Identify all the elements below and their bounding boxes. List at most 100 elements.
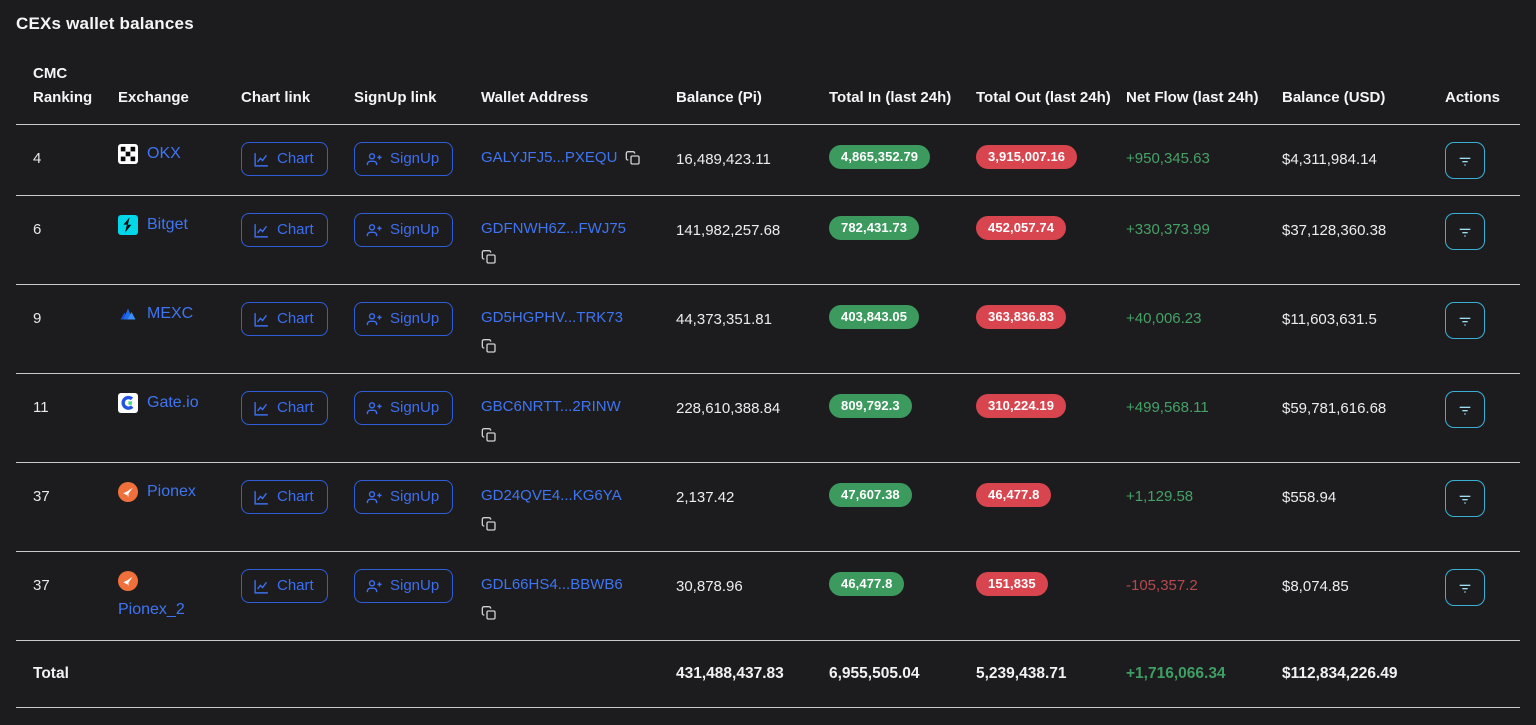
balance-pi-value: 141,982,257.68 — [676, 196, 829, 242]
okx-logo-icon — [118, 144, 138, 164]
chart-button[interactable]: Chart — [241, 142, 328, 176]
chart-button[interactable]: Chart — [241, 302, 328, 336]
table-row: 11 Gate.io Chart SignUp GBC6NRTT...2RINW… — [16, 374, 1520, 463]
wallet-address-link[interactable]: GBC6NRTT...2RINW — [481, 398, 621, 415]
filter-icon — [1457, 402, 1473, 418]
actions-button[interactable] — [1445, 302, 1485, 339]
copy-icon[interactable] — [481, 249, 497, 268]
signup-button[interactable]: SignUp — [354, 480, 453, 514]
copy-icon[interactable] — [481, 338, 497, 357]
actions-cell — [1445, 552, 1520, 606]
page-title: CEXs wallet balances — [16, 14, 1520, 34]
total-row: Total 431,488,437.83 6,955,505.04 5,239,… — [16, 641, 1520, 708]
copy-icon[interactable] — [481, 605, 497, 624]
exchange-link[interactable]: Gate.io — [147, 393, 199, 413]
wallet-cell: GALYJFJ5...PXEQU — [481, 125, 676, 169]
exchange-cell: Pionex — [118, 463, 241, 502]
signup-button[interactable]: SignUp — [354, 302, 453, 336]
total-out-cell: 452,057.74 — [976, 196, 1126, 240]
total-balance-usd: $112,834,226.49 — [1282, 641, 1445, 685]
signup-cell: SignUp — [354, 552, 481, 603]
balance-pi-value: 16,489,423.11 — [676, 125, 829, 171]
actions-button[interactable] — [1445, 480, 1485, 517]
total-out-cell: 3,915,007.16 — [976, 125, 1126, 169]
balance-usd-value: $11,603,631.5 — [1282, 285, 1445, 331]
copy-icon[interactable] — [625, 150, 641, 166]
total-out-badge: 363,836.83 — [976, 305, 1066, 329]
total-in-cell: 809,792.3 — [829, 374, 976, 418]
col-balance-pi: Balance (Pi) — [676, 86, 829, 110]
copy-icon[interactable] — [481, 427, 497, 446]
exchange-link[interactable]: Pionex_2 — [118, 600, 185, 620]
actions-button[interactable] — [1445, 391, 1485, 428]
signup-button[interactable]: SignUp — [354, 391, 453, 425]
col-wallet-address: Wallet Address — [481, 86, 676, 110]
total-in-cell: 47,607.38 — [829, 463, 976, 507]
actions-cell — [1445, 285, 1520, 339]
total-out-badge: 46,477.8 — [976, 483, 1051, 507]
chart-button[interactable]: Chart — [241, 569, 328, 603]
net-flow-value: -105,357.2 — [1126, 552, 1282, 597]
total-in-cell: 46,477.8 — [829, 552, 976, 596]
chart-line-icon — [253, 489, 270, 506]
balance-usd-value: $37,128,360.38 — [1282, 196, 1445, 242]
net-flow-value: +499,568.11 — [1126, 374, 1282, 419]
signup-button[interactable]: SignUp — [354, 213, 453, 247]
filter-icon — [1457, 580, 1473, 596]
gateio-logo-icon — [118, 393, 138, 413]
filter-icon — [1457, 313, 1473, 329]
col-total-in: Total In (last 24h) — [829, 86, 976, 110]
wallet-cell: GDL66HS4...BBWB6 — [481, 552, 676, 624]
user-plus-icon — [366, 489, 383, 506]
wallet-address-link[interactable]: GDFNWH6Z...FWJ75 — [481, 220, 626, 237]
exchange-cell: Gate.io — [118, 374, 241, 413]
balance-usd-value: $59,781,616.68 — [1282, 374, 1445, 420]
wallet-cell: GD24QVE4...KG6YA — [481, 463, 676, 535]
exchange-cell: OKX — [118, 125, 241, 164]
exchange-link[interactable]: Bitget — [147, 215, 188, 235]
cmc-ranking-value: 9 — [16, 285, 118, 330]
total-in-badge: 4,865,352.79 — [829, 145, 930, 169]
total-in-badge: 46,477.8 — [829, 572, 904, 596]
wallet-address-link[interactable]: GD5HGPHV...TRK73 — [481, 309, 623, 326]
filter-icon — [1457, 491, 1473, 507]
wallet-address-link[interactable]: GD24QVE4...KG6YA — [481, 487, 622, 504]
copy-icon[interactable] — [481, 516, 497, 535]
actions-button[interactable] — [1445, 569, 1485, 606]
cmc-ranking-value: 37 — [16, 552, 118, 597]
wallet-address-link[interactable]: GDL66HS4...BBWB6 — [481, 576, 623, 593]
user-plus-icon — [366, 222, 383, 239]
chart-line-icon — [253, 151, 270, 168]
total-out-badge: 310,224.19 — [976, 394, 1066, 418]
wallet-address-link[interactable]: GALYJFJ5...PXEQU — [481, 147, 617, 169]
exchange-link[interactable]: Pionex — [147, 482, 196, 502]
signup-cell: SignUp — [354, 463, 481, 514]
actions-cell — [1445, 463, 1520, 517]
actions-button[interactable] — [1445, 142, 1485, 179]
chart-button[interactable]: Chart — [241, 480, 328, 514]
total-out-badge: 452,057.74 — [976, 216, 1066, 240]
signup-button[interactable]: SignUp — [354, 142, 453, 176]
table-row: 37 Pionex_2 Chart SignUp GDL66HS4...BBWB… — [16, 552, 1520, 641]
table-row: 6 Bitget Chart SignUp GDFNWH6Z...FWJ75 1… — [16, 196, 1520, 285]
balance-pi-value: 44,373,351.81 — [676, 285, 829, 331]
exchange-cell: Pionex_2 — [118, 552, 241, 620]
exchange-link[interactable]: MEXC — [147, 304, 193, 324]
signup-button[interactable]: SignUp — [354, 569, 453, 603]
exchange-cell: Bitget — [118, 196, 241, 235]
exchange-link[interactable]: OKX — [147, 144, 181, 164]
table-row: 9 MEXC Chart SignUp GD5HGPHV...TRK73 44,… — [16, 285, 1520, 374]
chart-button[interactable]: Chart — [241, 391, 328, 425]
actions-cell — [1445, 374, 1520, 428]
chart-button[interactable]: Chart — [241, 213, 328, 247]
total-out-sum: 5,239,438.71 — [976, 641, 1126, 685]
chart-line-icon — [253, 222, 270, 239]
actions-button[interactable] — [1445, 213, 1485, 250]
total-net-flow: +1,716,066.34 — [1126, 641, 1282, 685]
balance-usd-value: $8,074.85 — [1282, 552, 1445, 598]
cex-wallet-balances-page: CEXs wallet balances CMC Ranking Exchang… — [0, 0, 1536, 725]
col-chart-link: Chart link — [241, 86, 354, 110]
bitget-logo-icon — [118, 215, 138, 235]
balance-pi-value: 30,878.96 — [676, 552, 829, 598]
filter-icon — [1457, 153, 1473, 169]
